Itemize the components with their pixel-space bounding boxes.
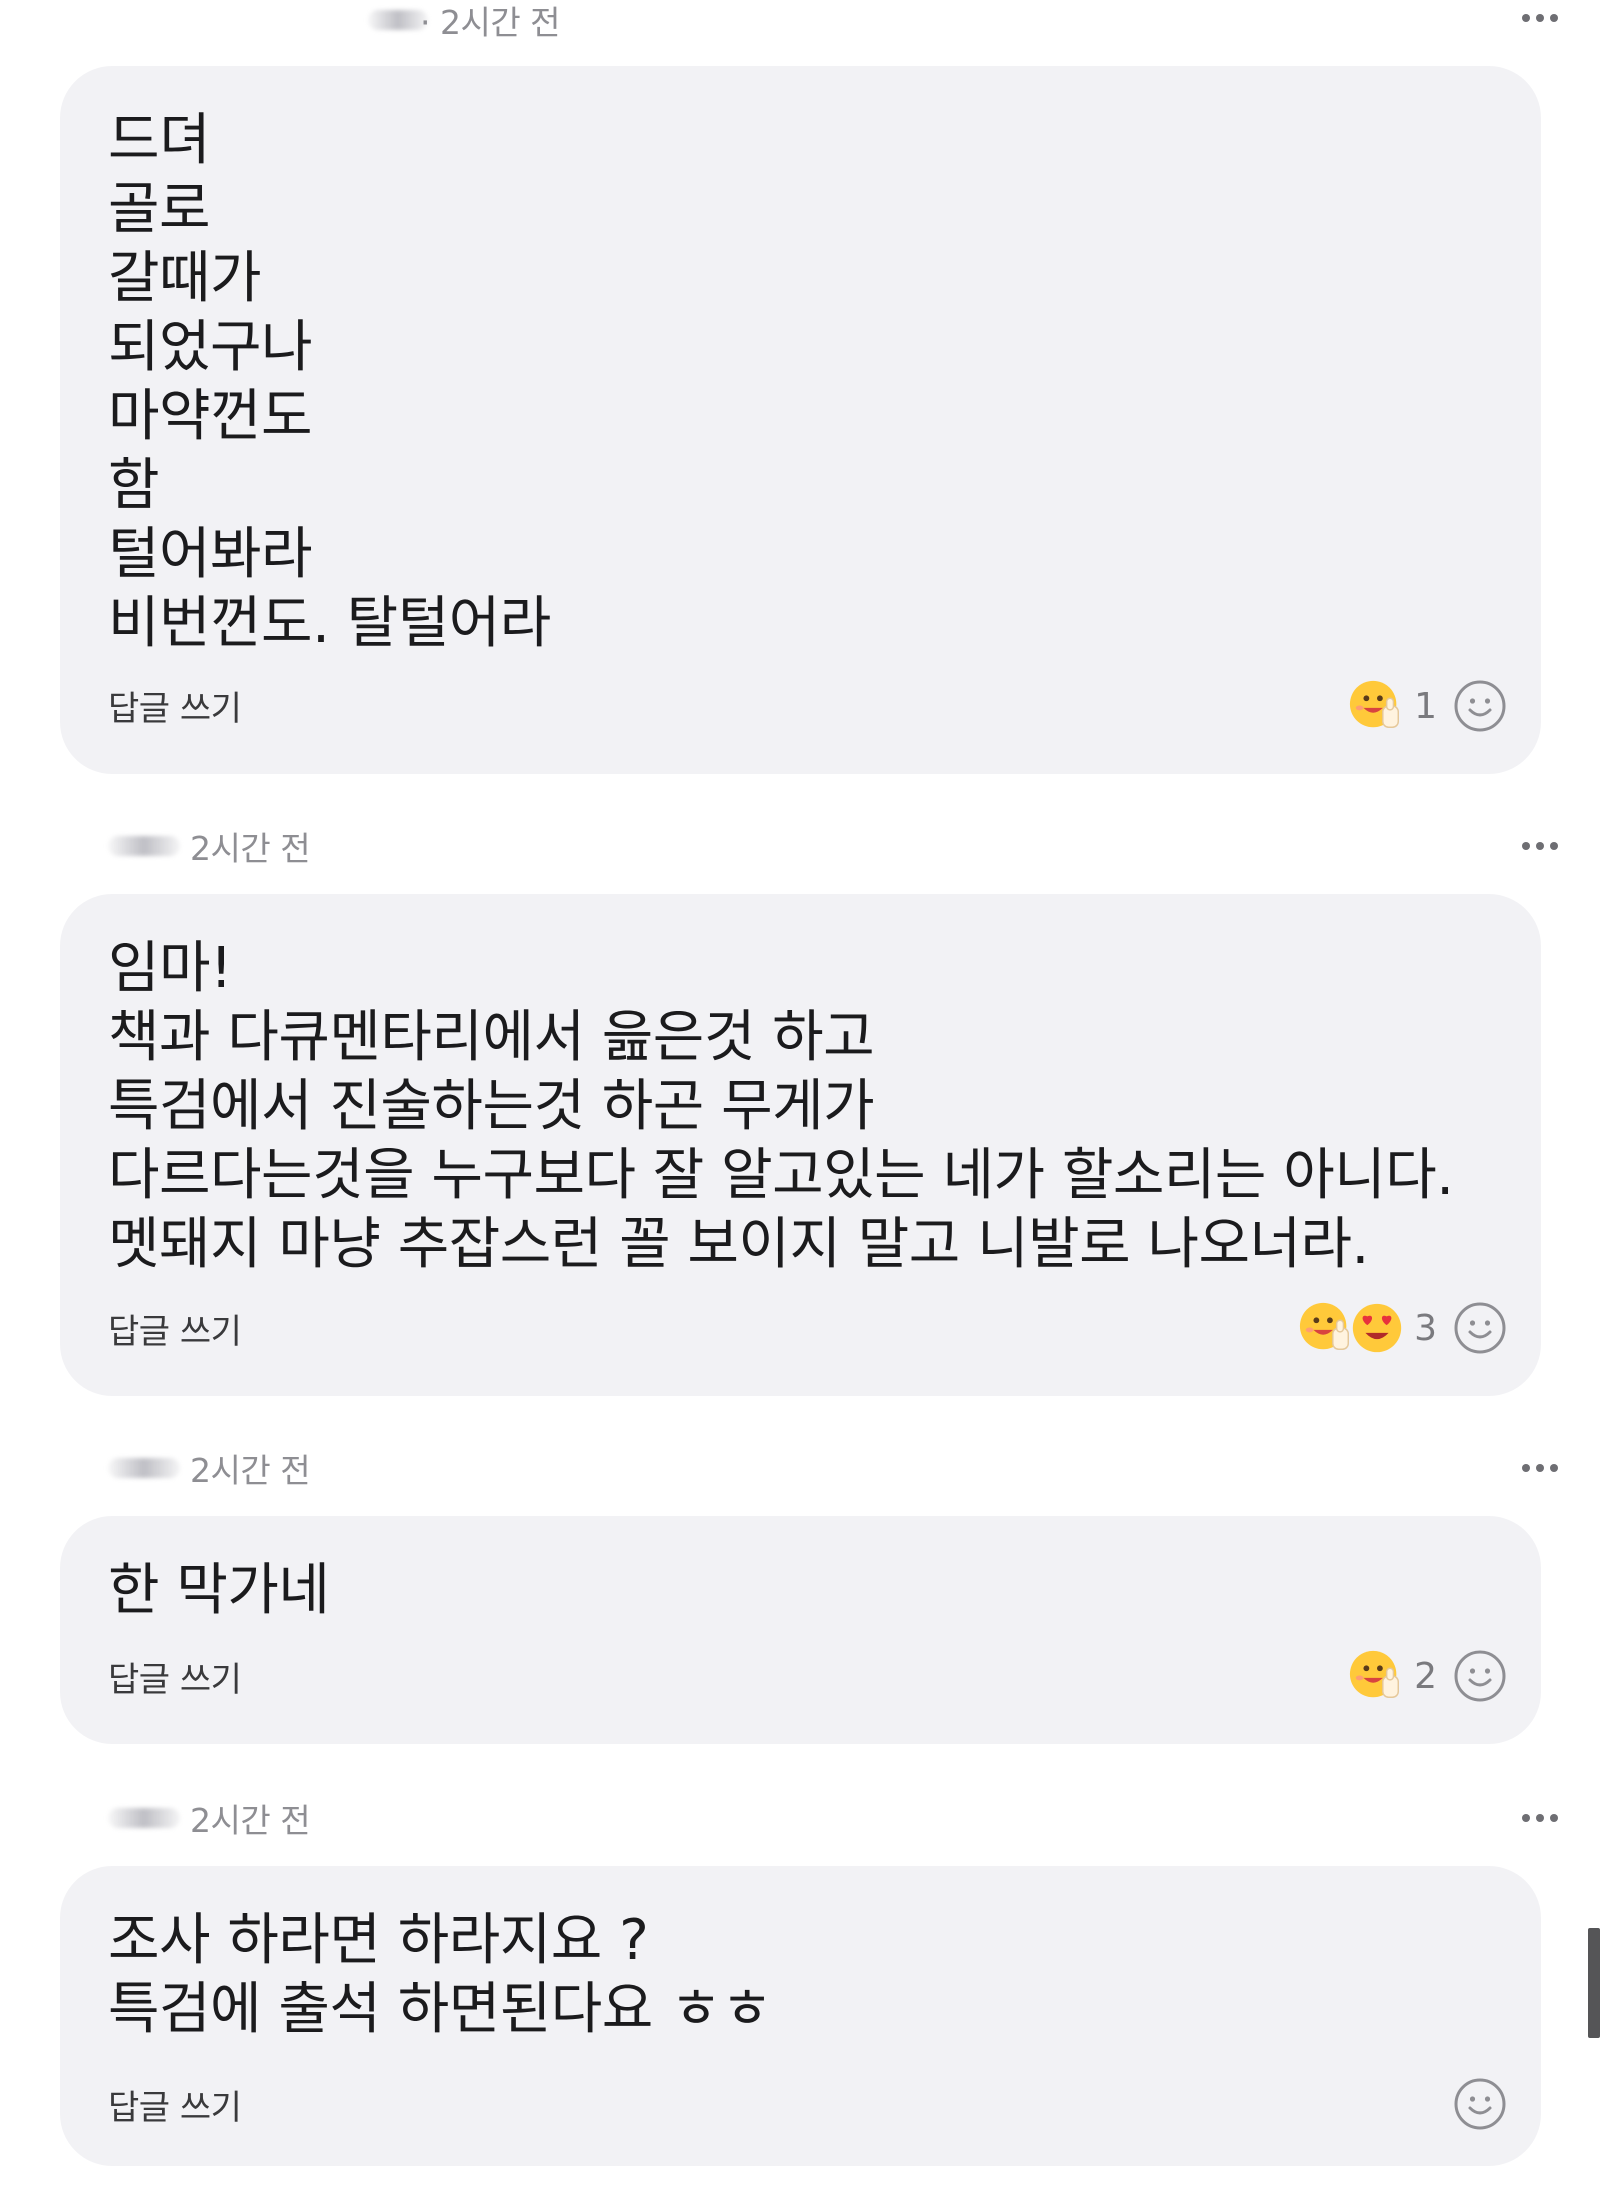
comment-time: 2시간 전	[190, 829, 311, 868]
smiley-outline-icon[interactable]	[1453, 2077, 1507, 2131]
author-name-blurred	[108, 1808, 180, 1828]
more-options-icon[interactable]	[1522, 1798, 1558, 1838]
author-name-blurred	[108, 1458, 180, 1478]
comment-text: 조사 하라면 하라지요 ? 특검에 출석 하면된다요 ㅎㅎ	[108, 1908, 773, 2042]
comment-meta: 2시간 전	[0, 826, 1600, 868]
comment-time: 2시간 전	[190, 1451, 311, 1490]
comment-time: 2시간 전	[190, 1801, 311, 1840]
heart-eyes-emoji-icon[interactable]	[1348, 1299, 1406, 1357]
scrollbar-thumb[interactable]	[1588, 1928, 1600, 2038]
reply-button[interactable]: 답글 쓰기	[108, 2080, 242, 2129]
reply-button[interactable]: 답글 쓰기	[108, 1652, 242, 1701]
reply-button[interactable]: 답글 쓰기	[108, 681, 242, 730]
more-options-icon[interactable]	[1522, 1448, 1558, 1488]
grinning-thumbs-up-emoji-icon[interactable]	[1348, 1647, 1406, 1705]
smiley-outline-icon[interactable]	[1453, 1649, 1507, 1703]
reaction-bar: 3	[1298, 1300, 1507, 1356]
reaction-count: 3	[1414, 1307, 1437, 1349]
reply-button[interactable]: 답글 쓰기	[108, 1304, 242, 1353]
reaction-count: 1	[1414, 685, 1437, 727]
comment-meta: · 2시간 전	[0, 0, 1600, 42]
author-name-blurred	[368, 10, 428, 30]
comment-time: · 2시간 전	[420, 3, 561, 42]
smiley-outline-icon[interactable]	[1453, 679, 1507, 733]
author-name-blurred	[108, 836, 180, 856]
reaction-bar: 1	[1348, 678, 1507, 734]
comment-bubble: 조사 하라면 하라지요 ? 특검에 출석 하면된다요 ㅎㅎ 답글 쓰기	[60, 1866, 1541, 2166]
comment-text: 한 막가네	[108, 1558, 330, 1623]
comment-meta: 2시간 전	[0, 1448, 1600, 1490]
comment-text: 임마! 책과 다큐멘타리에서 읊은것 하고 특검에서 진술하는것 하곤 무게가 …	[108, 936, 1454, 1277]
reaction-count: 2	[1414, 1655, 1437, 1697]
reaction-bar: 2	[1348, 1648, 1507, 1704]
smiley-outline-icon[interactable]	[1453, 1301, 1507, 1355]
grinning-thumbs-up-emoji-icon[interactable]	[1348, 677, 1406, 735]
more-options-icon[interactable]	[1522, 0, 1558, 38]
comment-text: 드뎌 골로 갈때가 되었구나 마약껀도 함 털어봐라 비번껀도. 탈털어라	[108, 108, 551, 656]
more-options-icon[interactable]	[1522, 826, 1558, 866]
comment-bubble: 임마! 책과 다큐멘타리에서 읊은것 하고 특검에서 진술하는것 하곤 무게가 …	[60, 894, 1541, 1396]
reaction-bar	[1453, 2076, 1507, 2132]
comment-bubble: 한 막가네 답글 쓰기 2	[60, 1516, 1541, 1744]
comment-bubble: 드뎌 골로 갈때가 되었구나 마약껀도 함 털어봐라 비번껀도. 탈털어라 답글…	[60, 66, 1541, 774]
comment-meta: 2시간 전	[0, 1798, 1600, 1840]
